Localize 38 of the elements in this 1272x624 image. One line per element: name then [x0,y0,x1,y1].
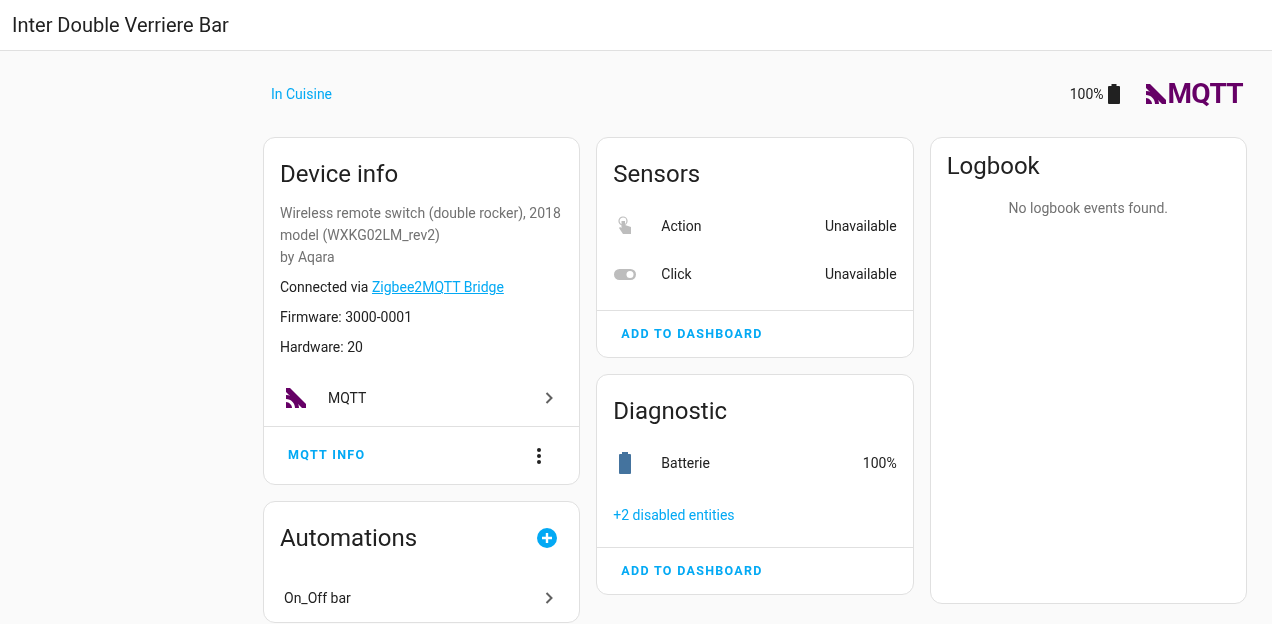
chevron-right-icon [545,392,554,404]
chevron-right-icon [545,592,554,604]
mqtt-logo-text: MQTT [1167,80,1243,108]
entity-state: Unavailable [824,265,897,284]
connected-via-label: Connected via [280,279,369,295]
device-model: Wireless remote switch (double rocker), 2018 model (WXKG02LM_rev2) [280,204,562,246]
automation-name: On_Off bar [284,589,351,608]
device-manufacturer: by Aqara [280,248,336,267]
signal-waves-icon [1143,82,1168,106]
toggle-switch-icon [614,268,637,280]
area-link[interactable]: In Cuisine [271,84,333,104]
battery-icon [618,452,633,474]
firmware-text: Firmware: 3000-0001 [280,308,413,327]
hardware-text: Hardware: 20 [280,338,364,357]
add-to-dashboard-button[interactable]: ADD TO DASHBOARD [605,319,779,349]
bridge-link[interactable]: Zigbee2MQTT Bridge [371,279,504,295]
entity-state: Unavailable [824,217,897,236]
mqtt-info-button[interactable]: MQTT INFO [272,440,382,471]
more-options-icon[interactable] [537,447,542,464]
page-title: Inter Double Verriere Bar [12,12,229,39]
add-to-dashboard-button[interactable]: ADD TO DASHBOARD [605,556,779,586]
card-title: Automations [280,523,418,554]
card-title: Device info [280,159,400,190]
empty-logbook-message: No logbook events found. [1007,199,1170,218]
entity-name[interactable]: Click [661,264,692,284]
integration-row[interactable]: MQTT [264,370,580,426]
integration-name: MQTT [328,389,367,408]
card-title: Logbook [946,151,1041,182]
entity-state: 100% [862,454,897,473]
card-title: Diagnostic [613,396,729,427]
battery-icon [1107,84,1120,104]
add-icon[interactable] [537,528,558,548]
entity-name[interactable]: Batterie [661,453,710,473]
automation-row[interactable]: On_Off bar [264,574,580,622]
card-title: Sensors [613,159,702,190]
signal-waves-icon [284,386,308,410]
entity-name[interactable]: Action [661,216,702,236]
battery-reading: 100% [1069,85,1104,104]
